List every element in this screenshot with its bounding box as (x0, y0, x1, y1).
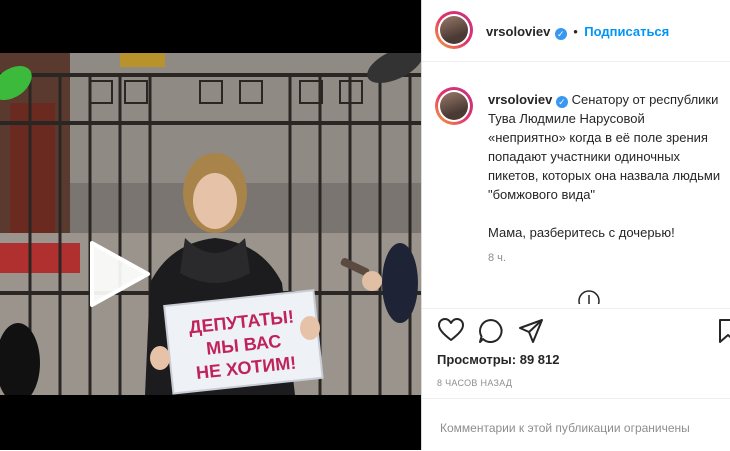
post-header: vrsoloviev ✓ • Подписаться (422, 0, 730, 62)
header-user: vrsoloviev ✓ • Подписаться (486, 23, 669, 41)
video-player[interactable]: ДЕПУТАТЫ! МЫ ВАС НЕ ХОТИМ! (0, 53, 421, 395)
play-icon[interactable] (86, 239, 152, 309)
views-count: Просмотры: 89 812 (437, 352, 559, 367)
verified-icon: ✓ (555, 96, 568, 108)
video-frame: ДЕПУТАТЫ! МЫ ВАС НЕ ХОТИМ! (0, 53, 421, 395)
comments-section: Комментарии к этой публикации ограничены (422, 398, 730, 451)
views-value: 89 812 (519, 352, 560, 367)
views-label: Просмотры: (437, 352, 517, 367)
username-link[interactable]: vrsoloviev (486, 24, 550, 39)
verified-icon: ✓ (554, 28, 567, 40)
follow-button[interactable]: Подписаться (584, 24, 669, 39)
load-more-comments-icon[interactable] (578, 290, 600, 304)
caption-text: Сенатору от республики Тува Людмиле Нару… (488, 92, 721, 202)
separator-dot: • (573, 24, 578, 39)
caption-username[interactable]: vrsoloviev (488, 92, 552, 107)
comment-timestamp: 8 ч. (488, 252, 506, 264)
post-caption: vrsoloviev ✓ Сенатору от республики Тува… (488, 90, 724, 242)
caption-text-2: Мама, разберитесь с дочерью! (488, 225, 675, 240)
heart-icon[interactable] (438, 318, 464, 342)
comments-restricted-notice: Комментарии к этой публикации ограничены (440, 421, 690, 435)
post-age: 8 ЧАСОВ НАЗАД (437, 378, 513, 388)
caption-avatar[interactable] (435, 87, 473, 125)
comment-icon[interactable] (478, 318, 504, 344)
avatar[interactable] (435, 11, 473, 49)
share-icon[interactable] (518, 318, 544, 344)
bookmark-icon[interactable] (718, 318, 730, 344)
post-sidebar: vrsoloviev ✓ • Подписаться vrsoloviev ✓ … (421, 0, 730, 450)
